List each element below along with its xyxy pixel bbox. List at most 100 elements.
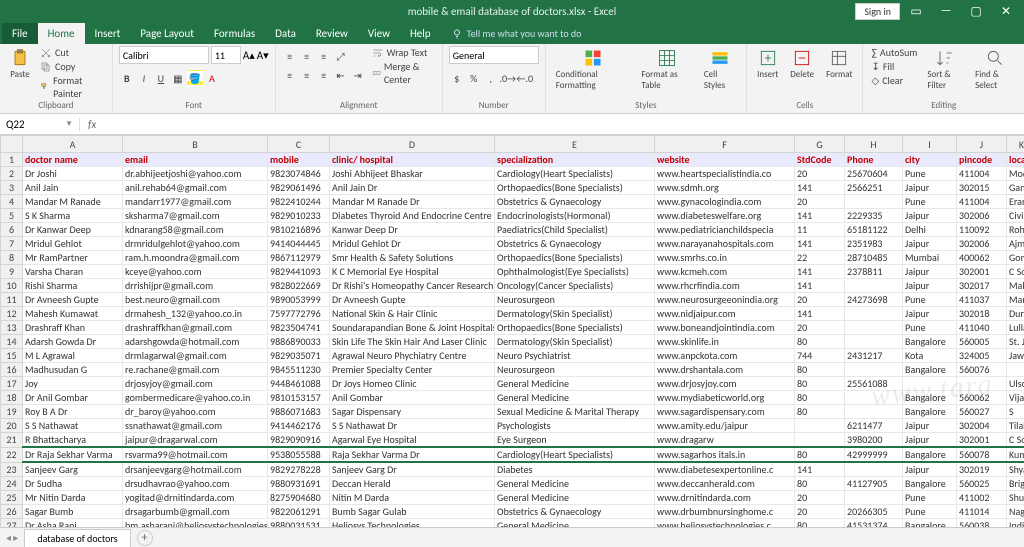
cell[interactable] [1007,363,1024,377]
cell[interactable]: Agarwal Eye Hospital [330,433,495,448]
cell[interactable]: 28710485 [845,251,903,265]
cell[interactable]: Joshi Abhijeet Bhaskar [330,167,495,181]
cell[interactable]: S S Nathawat Dr [330,419,495,433]
cell[interactable]: 9845511230 [268,363,330,377]
cell[interactable]: jaipur@dragarwal.com [123,433,268,448]
cell[interactable]: General Medicine [495,491,655,505]
cell[interactable]: Eye Surgeon [495,433,655,448]
cell[interactable]: 9822061291 [268,505,330,519]
sheet-nav[interactable]: ◂ ▸ [6,531,18,544]
cell[interactable]: 9829090916 [268,433,330,448]
cell[interactable]: kceye@yahoo.com [123,265,268,279]
cell[interactable]: Jaipur [903,307,957,321]
close-button[interactable]: ✕ [992,1,1020,21]
cell[interactable]: Mandar M Ranade Dr [330,195,495,209]
cell[interactable]: Oncology(Cancer Specialists) [495,279,655,293]
cell[interactable]: Obstetrics & Gynaecology [495,237,655,251]
cell[interactable]: 80 [795,335,845,349]
cell[interactable]: www.drjosyjoy.com [655,377,795,391]
column-header[interactable]: G [795,136,845,153]
cell[interactable]: 9538055588 [268,447,330,462]
header-cell[interactable]: Phone [845,153,903,167]
cell[interactable]: 80 [795,477,845,491]
cell[interactable]: Jaipur [903,265,957,279]
tab-help[interactable]: Help [400,23,441,44]
cell[interactable]: 80 [795,519,845,528]
cell[interactable]: 9886890033 [268,335,330,349]
tab-home[interactable]: Home [38,23,85,44]
formula-input[interactable] [104,118,1024,131]
cell[interactable]: 400062 [957,251,1007,265]
cell[interactable]: www.neurosurgeeonindia.org [655,293,795,307]
cell[interactable]: Bumb Sagar Gulab [330,505,495,519]
cell[interactable]: Bangalore [903,391,957,405]
row-header[interactable]: 17 [1,377,23,391]
cell[interactable]: 141 [795,181,845,195]
cell[interactable]: 80 [795,447,845,462]
cell[interactable]: 65181122 [845,223,903,237]
cell[interactable]: 9829035071 [268,349,330,363]
tab-data[interactable]: Data [265,23,306,44]
cell[interactable]: Jaipur [903,279,957,293]
cell[interactable]: Deccan Herald [330,477,495,491]
cell[interactable]: 302001 [957,433,1007,448]
cell[interactable]: www.drbumbnursinghome.c [655,505,795,519]
cell[interactable]: Kota [903,349,957,363]
cell[interactable]: 302006 [957,237,1007,251]
cell[interactable]: Durgapu [1007,307,1024,321]
cell[interactable]: 9880031531 [268,519,330,528]
cell[interactable]: 20 [795,293,845,307]
row-header[interactable]: 2 [1,167,23,181]
cell[interactable]: drrishijpr@gmail.com [123,279,268,293]
row-header[interactable]: 20 [1,419,23,433]
cell[interactable]: 8275904680 [268,491,330,505]
cell[interactable]: 80 [795,405,845,419]
cell[interactable] [957,377,1007,391]
cell[interactable]: 20 [795,195,845,209]
cell[interactable]: Erandw [1007,195,1024,209]
cell[interactable]: 24273698 [845,293,903,307]
cell[interactable]: 411002 [957,491,1007,505]
cell[interactable]: Ophthalmologist(Eye Specialists) [495,265,655,279]
row-header[interactable]: 11 [1,293,23,307]
cell[interactable]: 80 [795,377,845,391]
cell[interactable]: 411040 [957,321,1007,335]
header-cell[interactable]: website [655,153,795,167]
column-header[interactable]: A [23,136,123,153]
cell[interactable]: Orthopaedics(Bone Specialists) [495,181,655,195]
cell[interactable]: 411014 [957,505,1007,519]
cell[interactable]: 20 [795,505,845,519]
cell[interactable]: 411004 [957,167,1007,181]
cell[interactable]: Sexual Medicine & Marital Therapy [495,405,655,419]
cell[interactable]: Dermatology(Skin Specialist) [495,335,655,349]
column-header[interactable]: K [1007,136,1024,153]
cell[interactable]: Brigade [1007,477,1024,491]
cell[interactable]: Mr RamPartner [23,251,123,265]
tab-formulas[interactable]: Formulas [204,23,265,44]
row-header[interactable]: 27 [1,519,23,528]
cell[interactable]: Jaipur [903,462,957,477]
format-cells-button[interactable]: Format [822,46,856,82]
cell[interactable]: gombermedicare@yahoo.co.in [123,391,268,405]
row-header[interactable]: 19 [1,405,23,419]
cell[interactable]: 141 [795,237,845,251]
row-header[interactable]: 8 [1,251,23,265]
cell[interactable]: Diabetes Thyroid And Endocrine Centre [330,209,495,223]
row-header[interactable]: 5 [1,209,23,223]
cell[interactable]: Endocrinologists(Hormonal) [495,209,655,223]
cell[interactable]: Malviya [1007,279,1024,293]
cell[interactable]: C Schem [1007,265,1024,279]
cell[interactable] [845,195,903,209]
maximize-button[interactable]: ▢ [962,1,990,21]
column-header[interactable]: E [495,136,655,153]
cell[interactable]: Psychologists [495,419,655,433]
cell[interactable]: K C Memorial Eye Hospital [330,265,495,279]
cell[interactable]: Agrawal Neuro Phychiatry Centre [330,349,495,363]
header-cell[interactable]: city [903,153,957,167]
cell[interactable]: 20 [795,167,845,181]
percent-format-button[interactable]: % [466,70,482,86]
cell[interactable]: Dr Joys Homeo Clinic [330,377,495,391]
cell[interactable]: Pune [903,321,957,335]
cell[interactable]: Diabetes [495,462,655,477]
increase-indent-button[interactable]: ⇥ [350,67,366,83]
